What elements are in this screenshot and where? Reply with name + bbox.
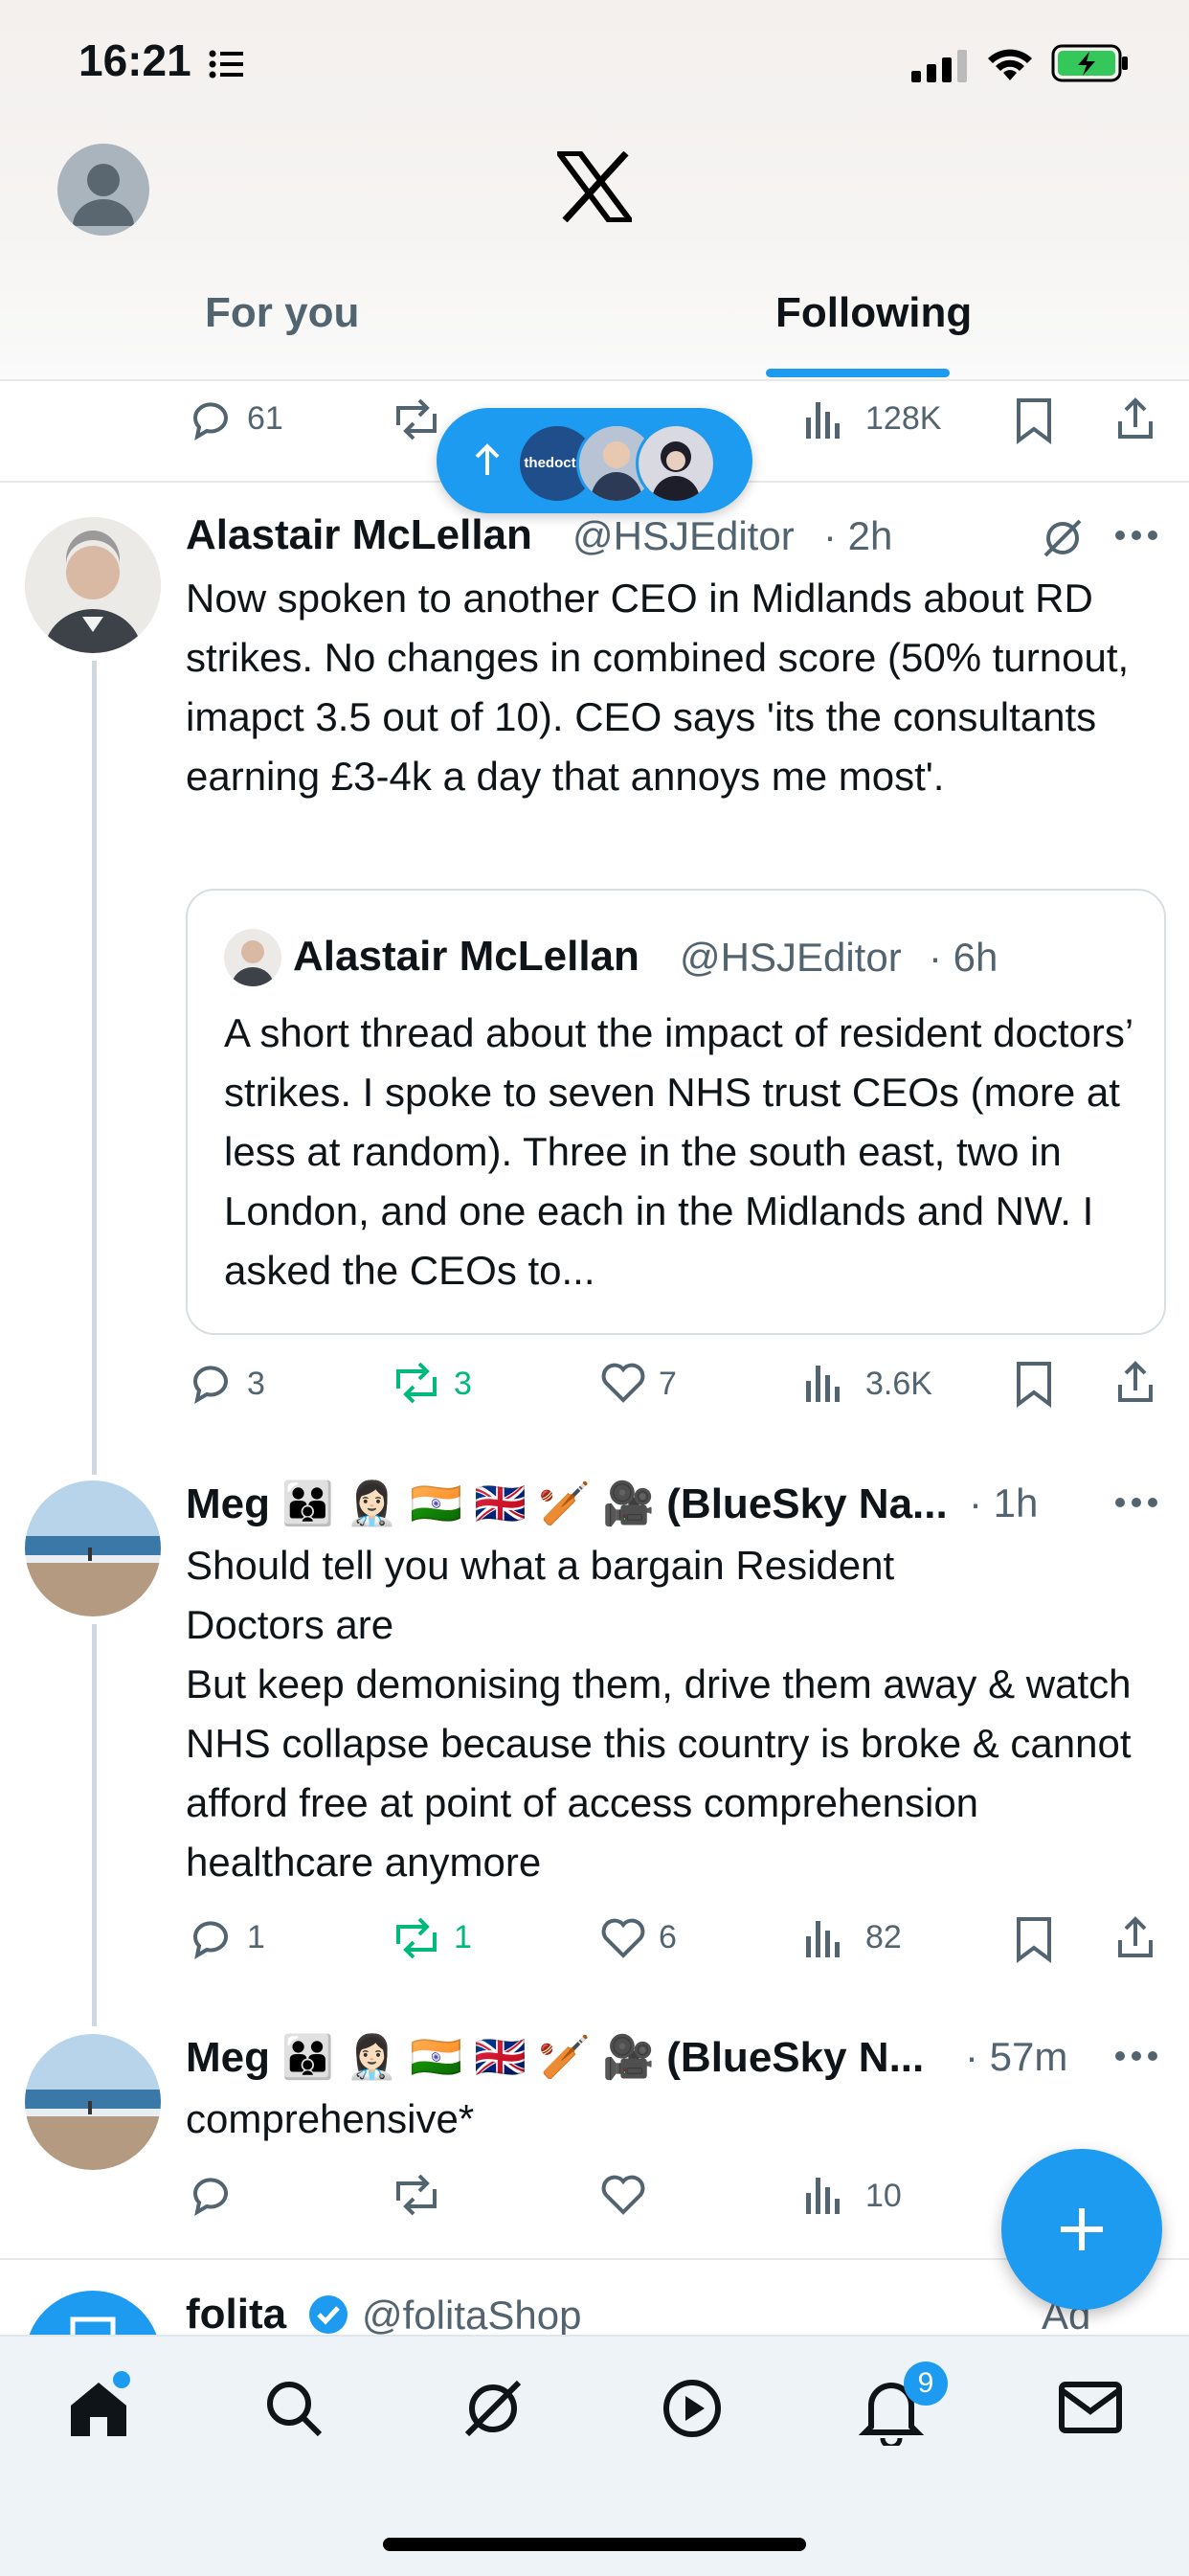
reply-count: 1 [247,1919,265,1955]
new-posts-pill[interactable]: thedoctor [437,408,752,513]
more-options-icon[interactable] [1114,529,1158,542]
share-icon[interactable] [1114,395,1156,442]
views-count: 3.6K [865,1366,932,1402]
post-text: Now spoken to another CEO in Midlands ab… [186,576,1130,799]
reply-icon [193,402,228,441]
compose-post-button[interactable] [1001,2149,1162,2310]
reply-icon[interactable] [188,1915,234,1961]
quoted-post-text: A short thread about the impact of resid… [224,1010,1133,1293]
search-icon[interactable] [260,2375,327,2442]
post-text-line1: Should tell you what a bargain Resident … [186,1543,895,1647]
wifi-icon [988,49,1032,80]
reply-count: 61 [247,400,283,437]
thread-line [92,661,97,1475]
author-name[interactable]: Meg 🧑‍🧑‍🧒 👩🏻‍⚕️ 🇮🇳 🇬🇧 🏏 🎥 (BlueSky N... [186,2032,980,2082]
profile-avatar[interactable] [57,144,149,236]
notifications-badge: 9 [904,2361,948,2406]
arrow-up-icon [475,443,500,475]
reply-count: 3 [247,1366,265,1402]
like-count: 7 [659,1366,677,1402]
signal-icon [911,50,967,82]
quoted-author-handle: @HSJEditor [680,935,902,980]
author-avatar[interactable] [25,1480,161,1616]
post-text: comprehensive* [186,2096,475,2141]
repost-count: 1 [454,1919,472,1955]
beach-photo-icon [25,1480,161,1616]
person-photo-icon [25,517,161,653]
reply-icon[interactable] [188,1360,234,1406]
thread-line [92,1624,97,2026]
views-icon[interactable] [800,1360,846,1406]
reply-icon[interactable] [188,2172,234,2218]
views-count: 128K [865,400,942,437]
post-text-line2: But keep demonising them, drive them awa… [186,1661,1132,1885]
repost-icon[interactable] [389,2172,444,2218]
post-time: · 1h [969,1480,1039,1525]
status-time: 16:21 [79,35,191,85]
like-icon[interactable] [599,1360,647,1406]
messages-envelope-icon[interactable] [1057,2379,1124,2436]
quoted-post-time: · 6h [929,935,998,980]
tab-for-you[interactable]: For you [205,289,359,337]
post-time: · 2h [823,513,893,558]
battery-icon [1051,44,1128,82]
like-icon[interactable] [599,2172,647,2218]
top-header: 16:21 For you Following [0,0,1189,381]
home-unread-dot [113,2371,130,2388]
author-name[interactable]: Alastair McLellan [186,511,532,559]
repost-icon [396,398,437,441]
video-play-icon[interactable] [659,2375,726,2442]
author-handle[interactable]: @HSJEditor [572,513,795,559]
plus-icon [1061,2208,1103,2250]
views-icon[interactable] [800,1915,846,1961]
share-icon[interactable] [1114,1358,1156,1406]
person-photo-icon [639,426,713,501]
repost-icon[interactable] [389,1915,444,1961]
post-time: · 57m [965,2034,1068,2079]
quoted-author-avatar [224,929,281,986]
share-icon[interactable] [1114,1913,1156,1961]
views-count: 10 [865,2178,902,2214]
more-options-icon[interactable] [1114,1496,1158,1509]
author-name[interactable]: Meg 🧑‍🧑‍🧒 👩🏻‍⚕️ 🇮🇳 🇬🇧 🏏 🎥 (BlueSky Na... [186,1479,1028,1528]
author-handle[interactable]: @folitaShop [362,2293,581,2339]
author-avatar[interactable] [25,2034,161,2170]
active-tab-indicator [766,369,950,377]
person-photo-icon [224,929,281,986]
home-indicator [383,2538,806,2551]
views-button[interactable] [800,396,846,447]
bookmark-icon[interactable] [1013,1360,1055,1408]
beach-photo-icon [25,2034,161,2170]
views-count: 82 [865,1919,902,1955]
repost-button[interactable] [389,396,444,447]
person-icon [73,164,134,226]
like-count: 6 [659,1919,677,1955]
author-avatar[interactable] [25,517,161,653]
views-icon [806,402,840,439]
pill-avatar-3 [636,423,716,504]
repost-count: 3 [454,1366,472,1402]
tab-following[interactable]: Following [775,289,972,337]
reply-button[interactable] [188,396,234,447]
grok-icon[interactable] [460,2375,527,2442]
x-logo-icon[interactable] [557,151,632,222]
bookmark-icon[interactable] [1013,396,1055,444]
views-icon[interactable] [800,2172,846,2218]
quoted-author-name: Alastair McLellan [293,933,639,980]
grok-icon[interactable] [1040,515,1086,561]
like-icon[interactable] [599,1915,647,1961]
repost-icon[interactable] [389,1360,444,1406]
bookmark-icon[interactable] [1013,1915,1055,1963]
verified-badge-icon [309,2295,348,2334]
more-options-icon[interactable] [1114,2049,1158,2063]
list-icon [209,50,243,79]
author-name[interactable]: folita [186,2291,286,2339]
